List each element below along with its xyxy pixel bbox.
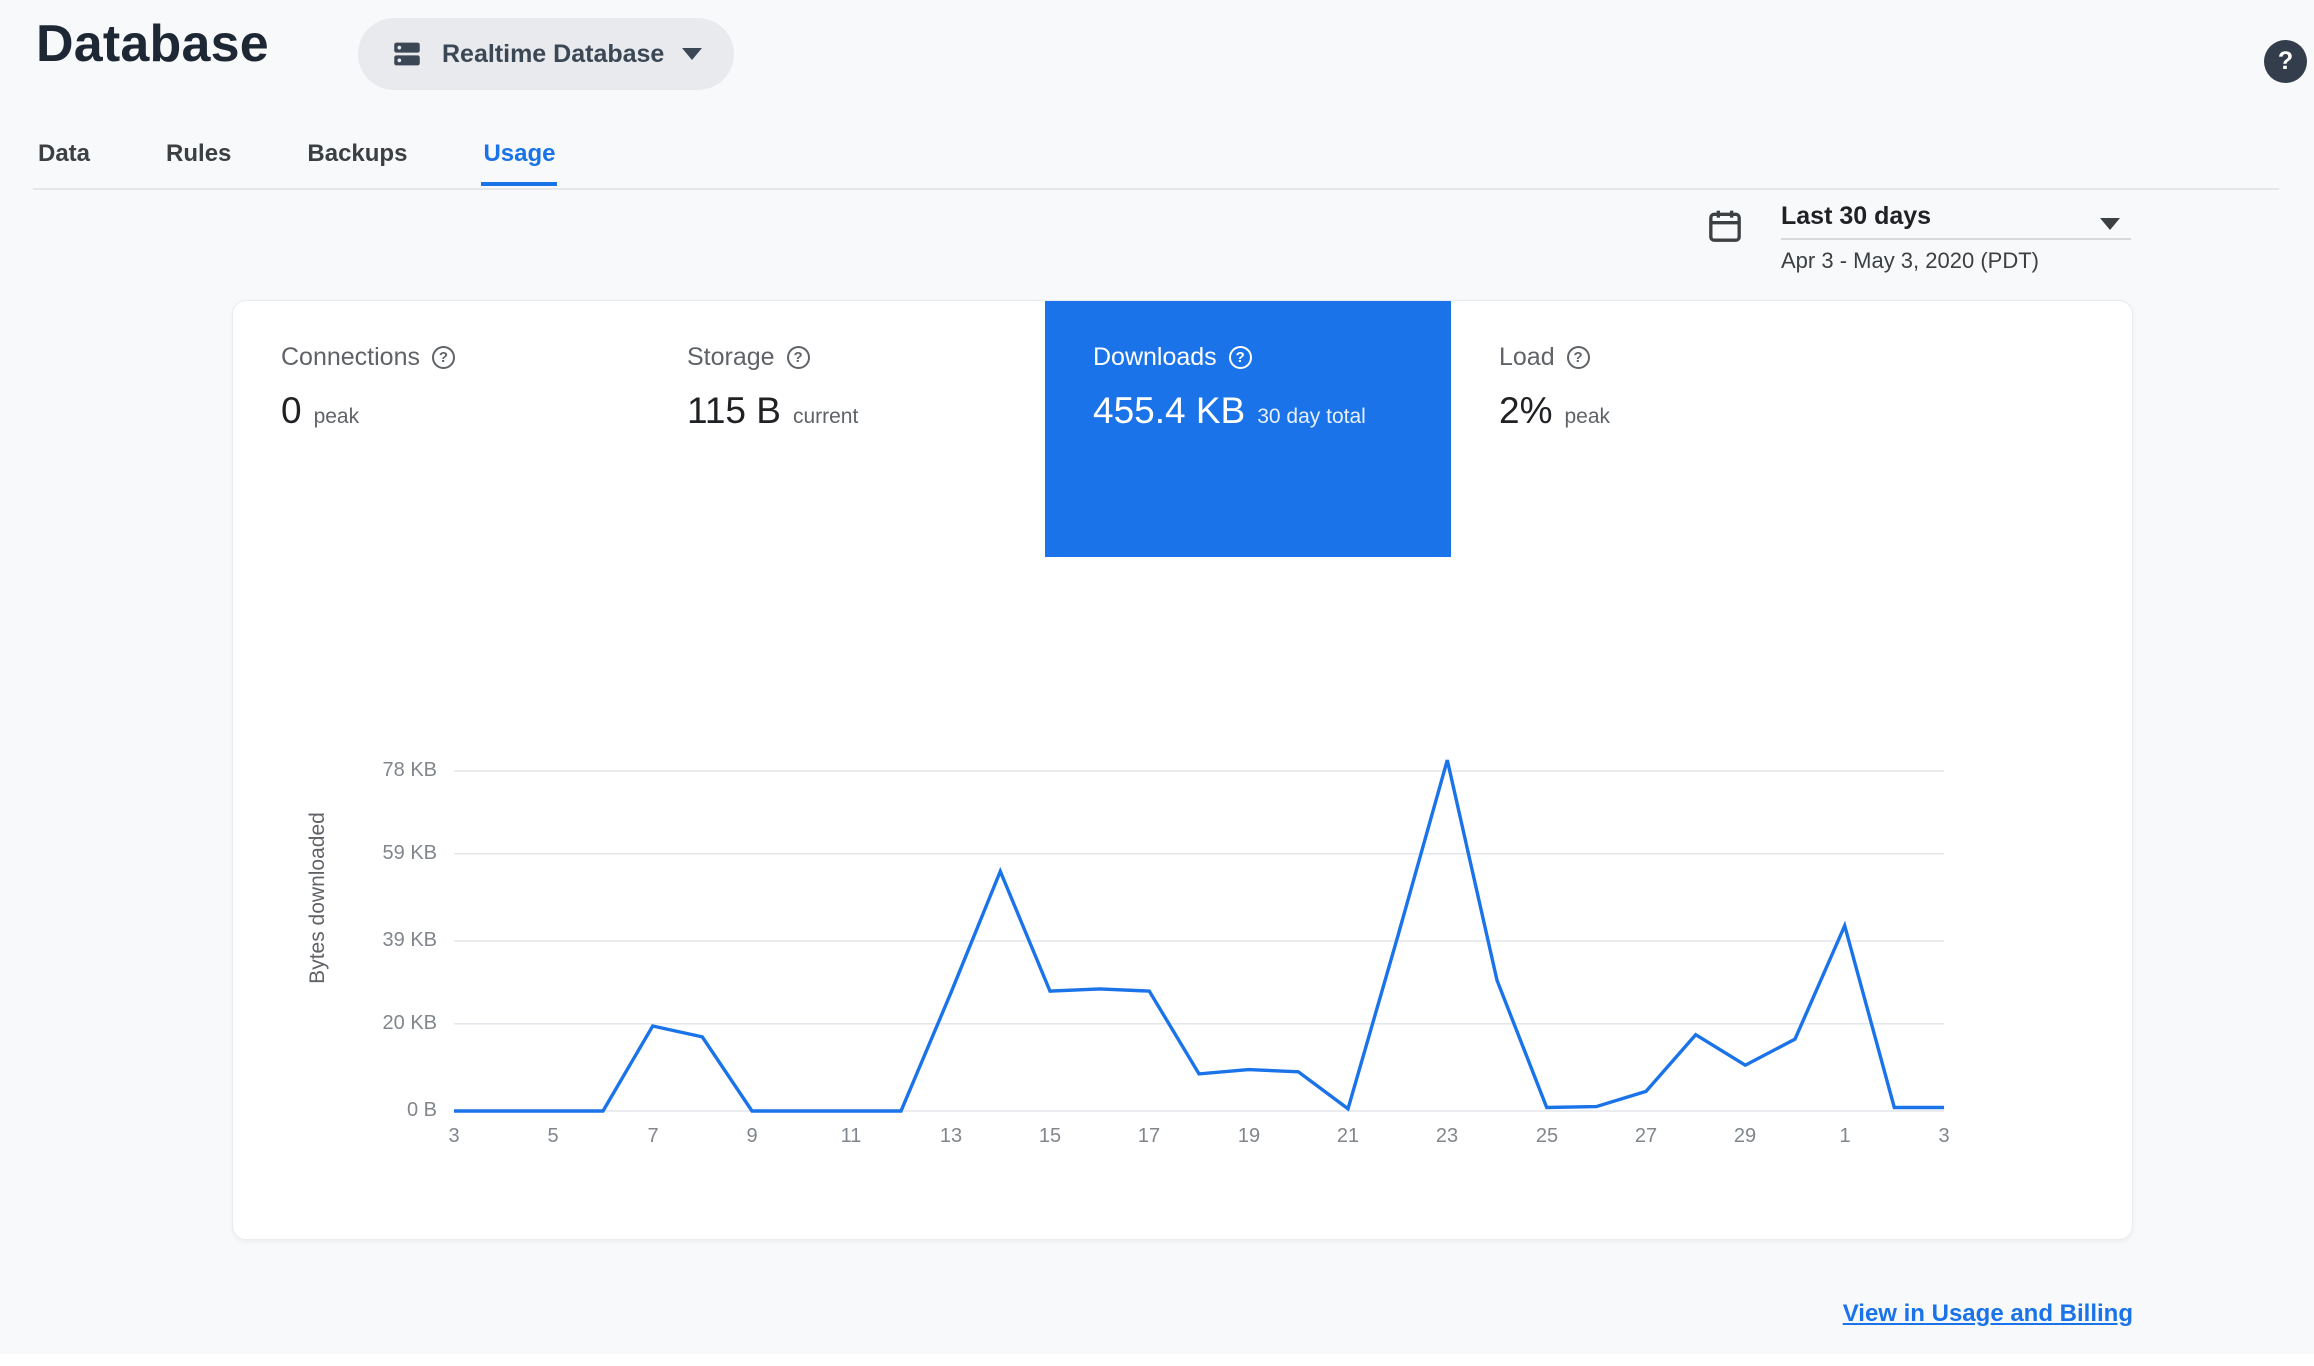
y-tick-label: 20 KB <box>382 1012 437 1034</box>
metric-downloads[interactable]: Downloads ? 455.4 KB 30 day total <box>1045 301 1451 557</box>
metric-storage[interactable]: Storage ? 115 B current <box>639 301 1045 557</box>
metric-unit: peak <box>1564 405 1611 428</box>
database-type-selector[interactable]: Realtime Database <box>358 18 735 90</box>
x-tick-label: 23 <box>1435 1125 1459 1147</box>
tab-bar: Data Rules Backups Usage <box>36 140 558 186</box>
x-tick-label: 7 <box>647 1125 659 1147</box>
metric-label: Downloads <box>1093 343 1217 371</box>
tab-usage[interactable]: Usage <box>481 140 558 186</box>
x-tick-label: 27 <box>1634 1125 1658 1147</box>
x-tick-label: 15 <box>1038 1125 1062 1147</box>
usage-card: Connections ? 0 peak Storage ? 115 B cur… <box>232 300 2133 1240</box>
chart-x-axis: 3 5 7 9 11 13 15 17 19 21 23 25 27 29 1 3 <box>448 1125 1949 1155</box>
metric-value: 2% <box>1499 390 1553 431</box>
y-tick-label: 59 KB <box>382 842 437 864</box>
x-tick-label: 1 <box>1839 1125 1851 1147</box>
metric-connections[interactable]: Connections ? 0 peak <box>233 301 639 557</box>
metric-label: Connections <box>281 343 420 371</box>
page-title: Database <box>36 15 269 73</box>
x-tick-label: 3 <box>448 1125 460 1147</box>
y-tick-label: 0 B <box>406 1099 437 1121</box>
x-tick-label: 3 <box>1938 1125 1950 1147</box>
x-tick-label: 17 <box>1137 1125 1161 1147</box>
x-tick-label: 13 <box>939 1125 963 1147</box>
database-icon <box>394 42 420 66</box>
metric-value: 455.4 KB <box>1093 390 1246 431</box>
tab-backups[interactable]: Backups <box>305 140 409 186</box>
metric-unit: 30 day total <box>1257 405 1366 428</box>
tab-rules[interactable]: Rules <box>164 140 233 186</box>
chart-y-axis-title: Bytes downloaded <box>306 812 329 984</box>
tab-data[interactable]: Data <box>36 140 92 186</box>
x-tick-label: 29 <box>1733 1125 1757 1147</box>
y-tick-label: 39 KB <box>382 929 437 951</box>
date-range-detail: Apr 3 - May 3, 2020 (PDT) <box>1781 248 2039 273</box>
tabs-divider <box>33 188 2279 190</box>
x-tick-label: 19 <box>1237 1125 1261 1147</box>
help-icon[interactable]: ? <box>1228 346 1252 369</box>
metric-value: 0 <box>281 390 302 431</box>
metric-unit: current <box>792 405 859 428</box>
date-range-dropdown[interactable]: Last 30 days <box>1781 202 1931 231</box>
chevron-down-icon[interactable] <box>2100 218 2120 230</box>
downloads-chart[interactable] <box>454 756 1944 1121</box>
db-selector-label: Realtime Database <box>442 39 665 68</box>
chevron-down-icon <box>682 48 703 60</box>
calendar-icon <box>1709 210 1741 242</box>
help-icon[interactable]: ? <box>431 346 455 369</box>
metric-label: Storage <box>687 343 775 371</box>
help-icon[interactable]: ? <box>1566 346 1590 369</box>
help-icon[interactable]: ? <box>786 346 810 369</box>
chart-y-axis: 78 KB 59 KB 39 KB 20 KB 0 B <box>337 756 437 1121</box>
date-range-divider <box>1781 238 2131 240</box>
help-button[interactable]: ? <box>2264 40 2307 83</box>
x-tick-label: 25 <box>1535 1125 1559 1147</box>
metric-unit: peak <box>313 405 360 428</box>
x-tick-label: 11 <box>840 1125 862 1147</box>
x-tick-label: 21 <box>1336 1125 1360 1147</box>
metric-load[interactable]: Load ? 2% peak <box>1451 301 1857 557</box>
x-tick-label: 5 <box>547 1125 559 1147</box>
y-tick-label: 78 KB <box>382 759 437 781</box>
bottom-strip <box>0 1354 2314 1366</box>
view-usage-billing-link[interactable]: View in Usage and Billing <box>1843 1300 2133 1328</box>
metric-value: 115 B <box>687 390 781 431</box>
database-usage-page: Database Realtime Database ? Data Rules … <box>0 0 2314 1366</box>
x-tick-label: 9 <box>746 1125 758 1147</box>
metric-label: Load <box>1499 343 1555 371</box>
